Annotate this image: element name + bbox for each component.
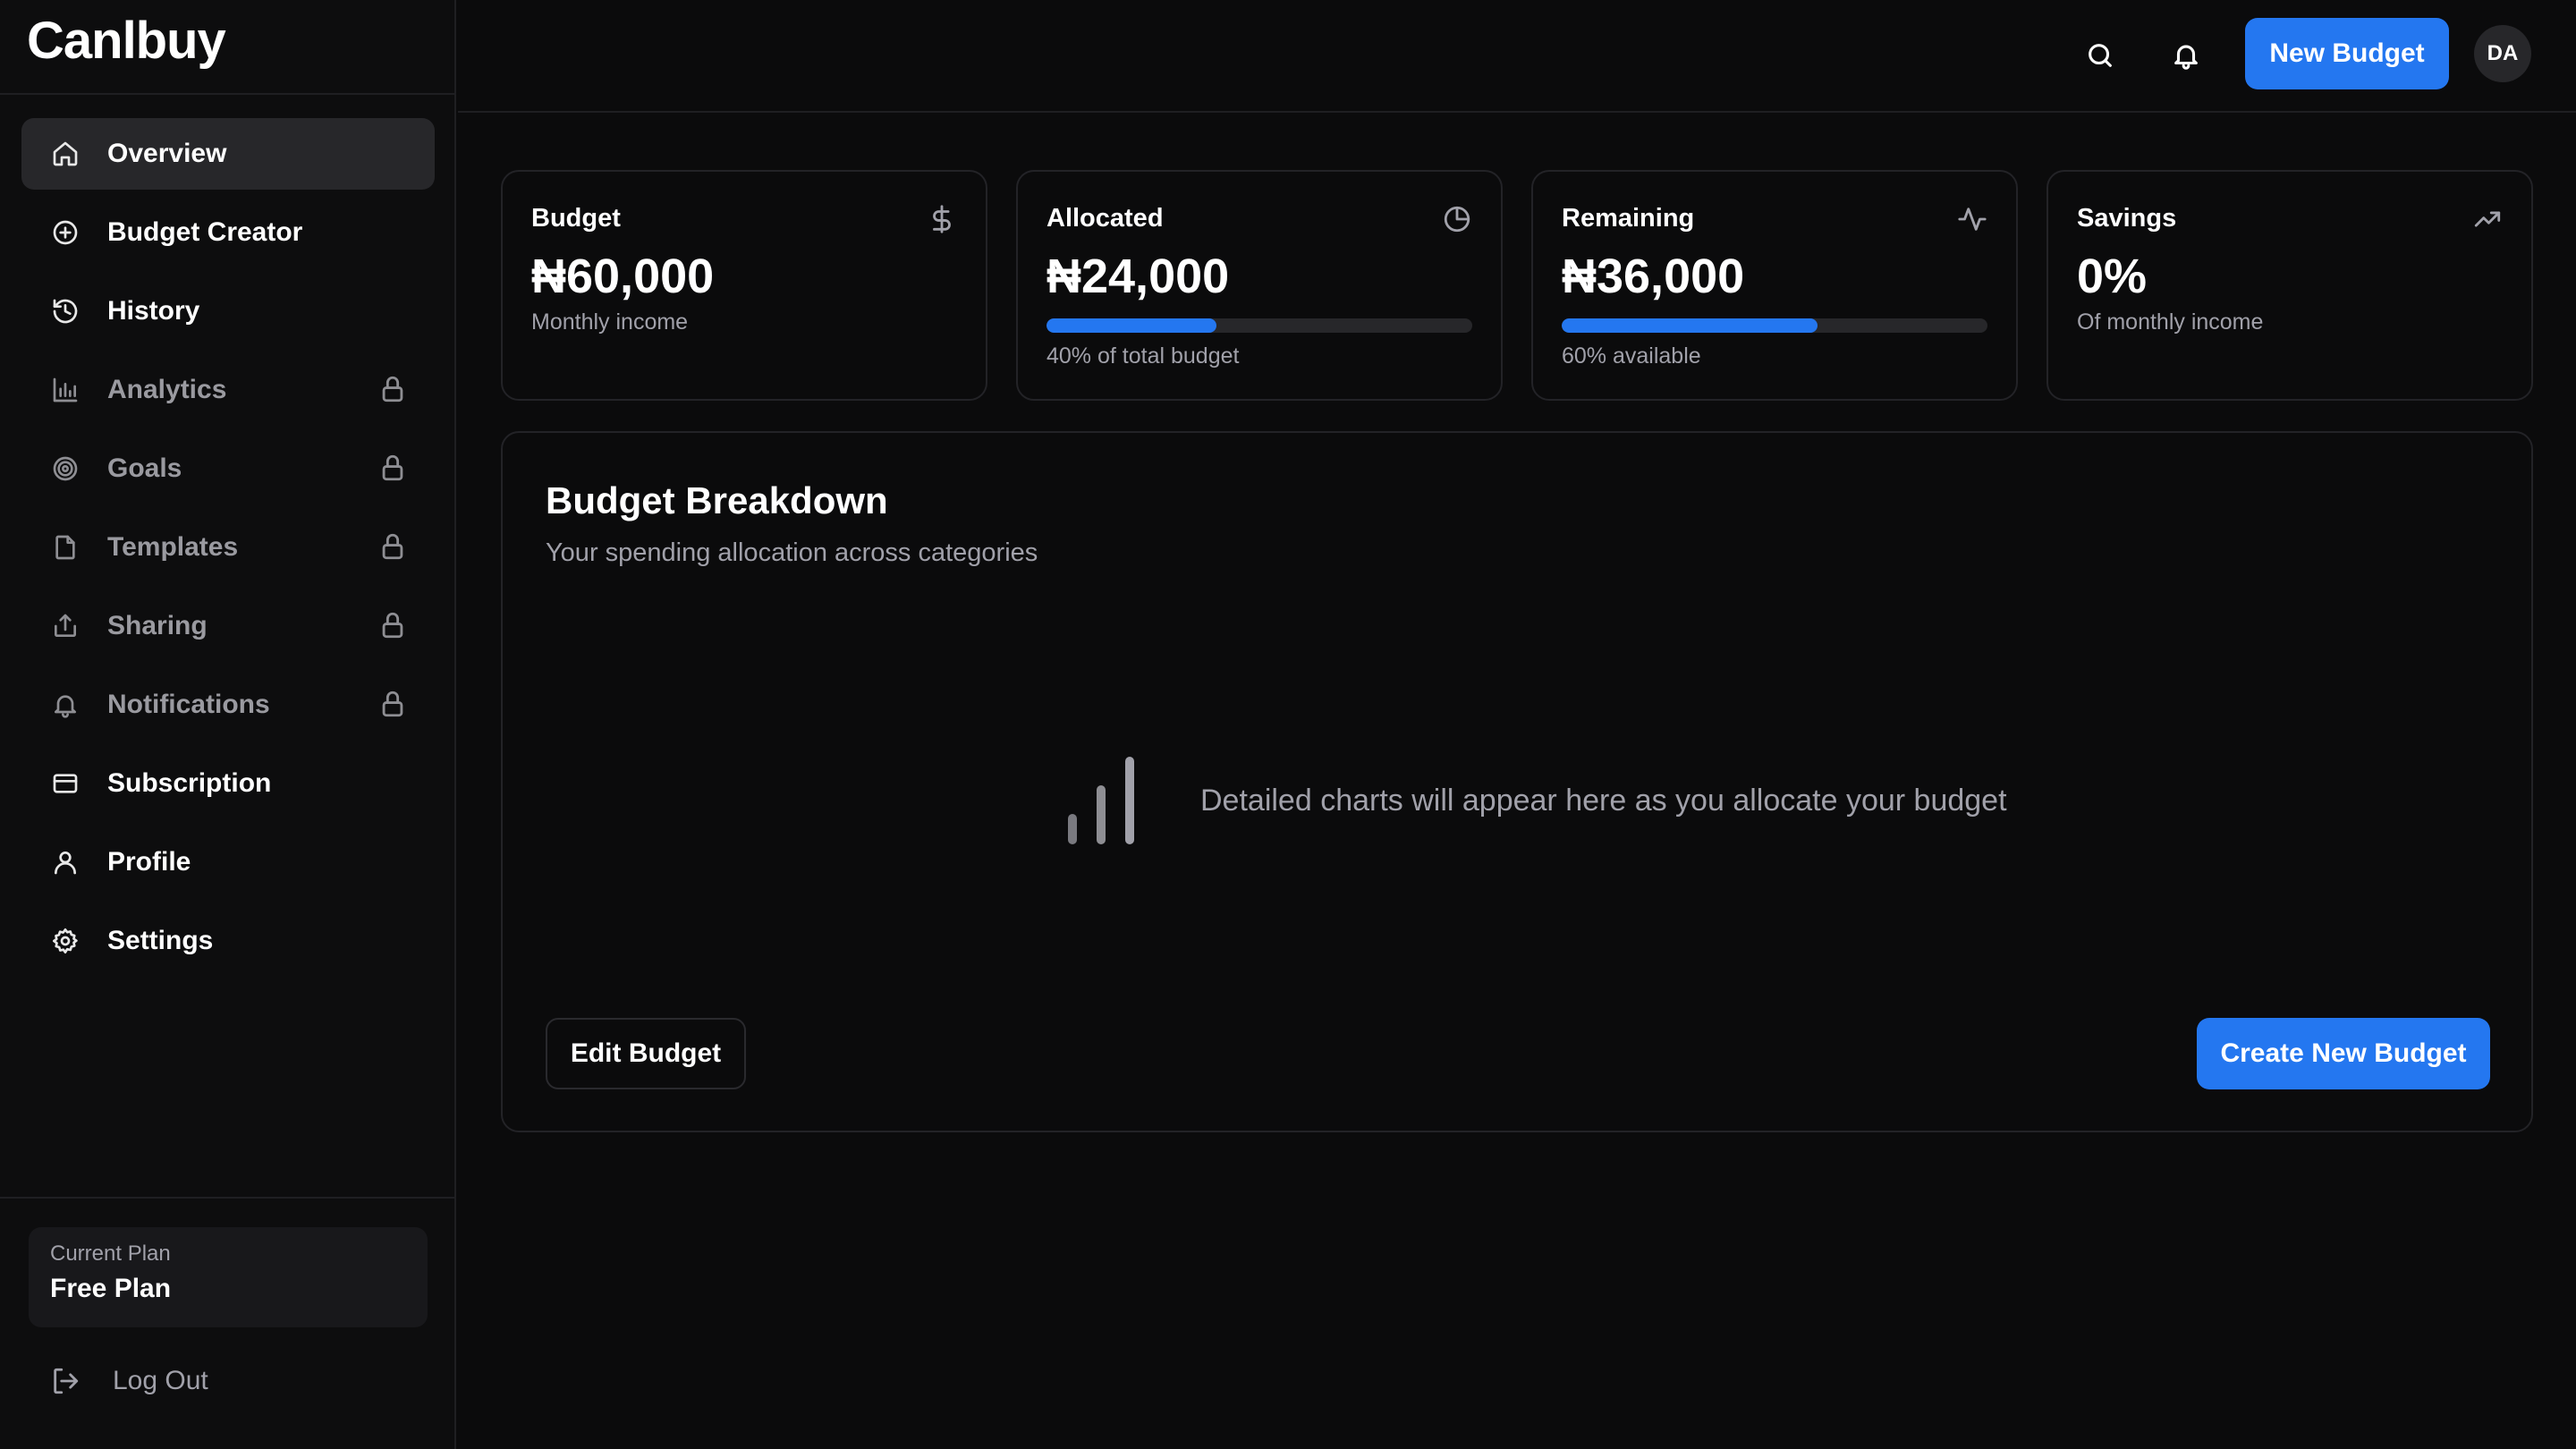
sidebar-item-analytics[interactable]: Analytics xyxy=(21,354,435,426)
allocated-card: Allocated ₦24,000 40% of total budget xyxy=(1016,170,1503,401)
sidebar-item-budget-creator[interactable]: Budget Creator xyxy=(21,197,435,268)
budget-card: Budget ₦60,000 Monthly income xyxy=(501,170,987,401)
sidebar-item-overview[interactable]: Overview xyxy=(21,118,435,190)
panel-title: Budget Breakdown xyxy=(546,479,888,521)
top-header: New Budget DA xyxy=(458,0,2576,113)
share-icon xyxy=(50,611,80,641)
sidebar-item-label: Settings xyxy=(107,926,214,955)
lock-icon xyxy=(377,689,408,719)
dollar-icon xyxy=(927,204,957,234)
allocated-progress-bar xyxy=(1046,318,1472,333)
sidebar-item-label: Budget Creator xyxy=(107,217,303,247)
sidebar-item-label: Analytics xyxy=(107,375,227,404)
card-subtitle: 60% available xyxy=(1562,343,1701,369)
lock-icon xyxy=(377,453,408,483)
bar-chart-icon xyxy=(1068,757,1134,844)
card-value: 0% xyxy=(2077,250,2148,303)
logout-button[interactable]: Log Out xyxy=(50,1358,208,1404)
card-subtitle: 40% of total budget xyxy=(1046,343,1240,369)
bell-icon[interactable] xyxy=(2166,36,2206,75)
card-title: Allocated xyxy=(1046,204,1164,233)
current-plan-card[interactable]: Current Plan Free Plan xyxy=(29,1227,428,1327)
card-value: ₦60,000 xyxy=(531,250,715,303)
sidebar-item-sharing[interactable]: Sharing xyxy=(21,590,435,662)
sidebar-item-notifications[interactable]: Notifications xyxy=(21,669,435,741)
card-subtitle: Monthly income xyxy=(531,309,689,335)
logout-icon xyxy=(54,1368,79,1394)
credit-card-icon xyxy=(50,768,80,799)
card-title: Budget xyxy=(531,204,621,233)
savings-card: Savings 0% Of monthly income xyxy=(2046,170,2533,401)
avatar[interactable]: DA xyxy=(2474,25,2531,82)
progress-fill xyxy=(1046,318,1217,333)
pie-chart-icon xyxy=(1442,204,1472,234)
divider xyxy=(0,1197,456,1199)
card-subtitle: Of monthly income xyxy=(2077,309,2264,335)
remaining-card: Remaining ₦36,000 60% available xyxy=(1531,170,2018,401)
sidebar-item-label: Sharing xyxy=(107,611,208,640)
sidebar-item-profile[interactable]: Profile xyxy=(21,826,435,898)
progress-fill xyxy=(1562,318,1818,333)
sidebar-item-label: Goals xyxy=(107,453,182,483)
sidebar: Canlbuy Overview Budget Creator History … xyxy=(0,0,456,1449)
create-new-budget-button[interactable]: Create New Budget xyxy=(2197,1018,2490,1089)
sidebar-item-subscription[interactable]: Subscription xyxy=(21,748,435,819)
sidebar-item-label: Subscription xyxy=(107,768,272,798)
trending-up-icon xyxy=(2472,204,2503,234)
history-icon xyxy=(50,296,80,326)
sidebar-item-settings[interactable]: Settings xyxy=(21,905,435,977)
sidebar-item-label: History xyxy=(107,296,200,326)
plan-name: Free Plan xyxy=(50,1274,172,1303)
card-title: Savings xyxy=(2077,204,2177,233)
remaining-progress-bar xyxy=(1562,318,1987,333)
budget-breakdown-panel: Budget Breakdown Your spending allocatio… xyxy=(501,431,2533,1132)
sidebar-item-history[interactable]: History xyxy=(21,275,435,347)
bell-icon xyxy=(50,690,80,720)
lock-icon xyxy=(377,374,408,404)
plan-label: Current Plan xyxy=(50,1241,171,1266)
target-icon xyxy=(50,453,80,484)
new-budget-button[interactable]: New Budget xyxy=(2245,18,2449,89)
plus-circle-icon xyxy=(50,217,80,248)
empty-state: Detailed charts will appear here as you … xyxy=(1061,751,2007,850)
gear-icon xyxy=(50,926,80,956)
divider xyxy=(0,93,456,95)
sidebar-item-label: Overview xyxy=(107,139,227,168)
bar-chart-icon xyxy=(50,375,80,405)
logout-label: Log Out xyxy=(113,1366,208,1395)
sidebar-nav: Overview Budget Creator History Analytic… xyxy=(21,118,435,984)
user-icon xyxy=(50,847,80,877)
sidebar-item-templates[interactable]: Templates xyxy=(21,512,435,583)
search-icon[interactable] xyxy=(2080,36,2120,75)
card-value: ₦24,000 xyxy=(1046,250,1230,303)
card-title: Remaining xyxy=(1562,204,1695,233)
home-icon xyxy=(50,139,80,169)
sidebar-item-label: Profile xyxy=(107,847,191,877)
edit-budget-button[interactable]: Edit Budget xyxy=(546,1018,746,1089)
activity-icon xyxy=(1957,204,1987,234)
app-logo[interactable]: Canlbuy xyxy=(27,11,226,71)
sidebar-item-goals[interactable]: Goals xyxy=(21,433,435,504)
card-value: ₦36,000 xyxy=(1562,250,1745,303)
lock-icon xyxy=(377,610,408,640)
empty-state-message: Detailed charts will appear here as you … xyxy=(1200,783,2007,818)
sidebar-item-label: Templates xyxy=(107,532,239,562)
sidebar-item-label: Notifications xyxy=(107,690,270,719)
panel-subtitle: Your spending allocation across categori… xyxy=(546,538,1038,567)
file-icon xyxy=(50,532,80,563)
lock-icon xyxy=(377,531,408,562)
